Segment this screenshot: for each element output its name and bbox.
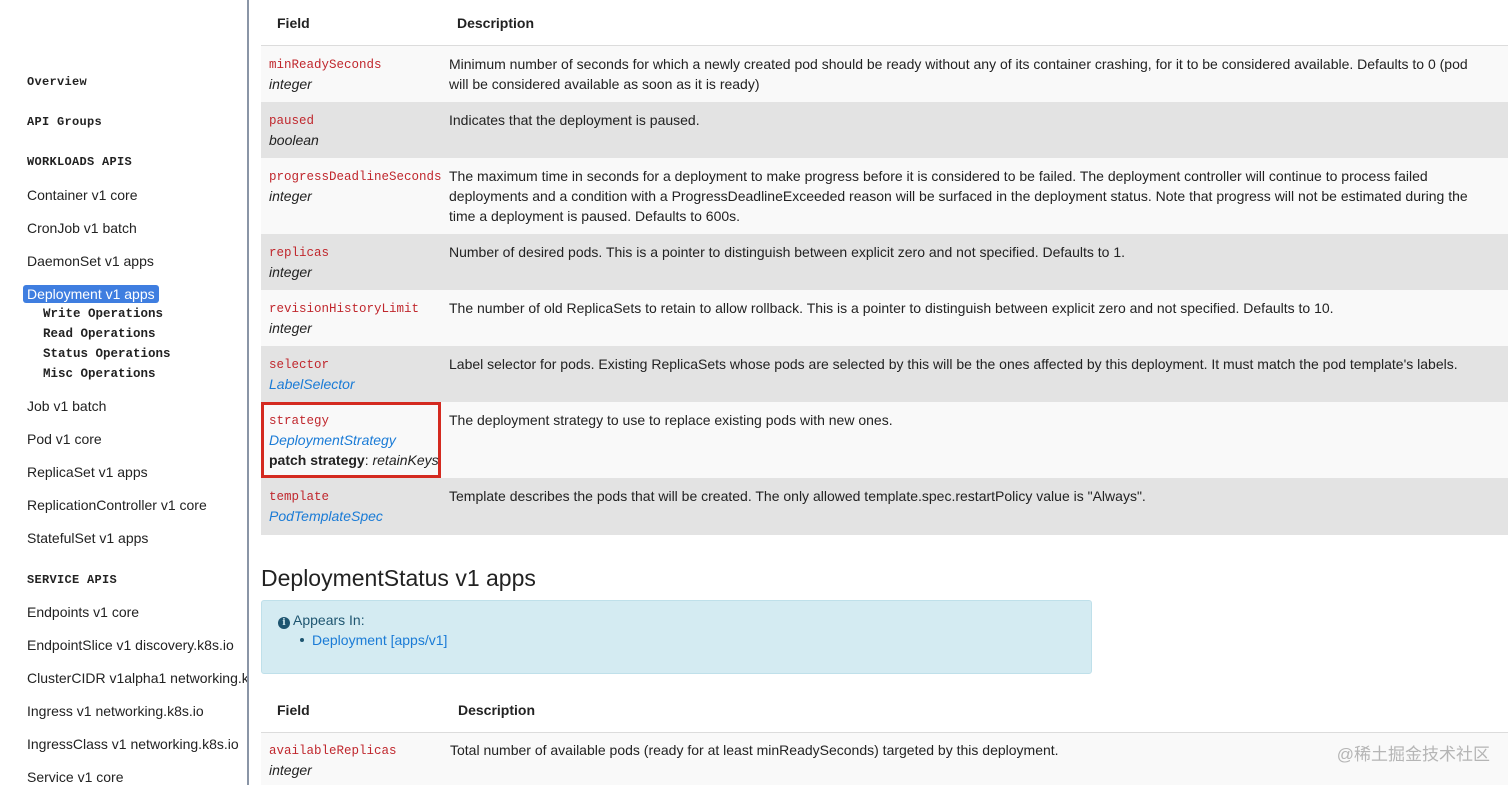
sidebar-item-job[interactable]: Job v1 batch bbox=[27, 397, 106, 415]
field-name: availableReplicas bbox=[269, 744, 397, 758]
table-row: template PodTemplateSpec Template descri… bbox=[261, 478, 1508, 535]
nav-section-workloads: WORKLOADS APIS bbox=[27, 155, 133, 169]
field-description: The maximum time in seconds for a deploy… bbox=[449, 168, 1468, 224]
description-column-header: Description bbox=[457, 15, 535, 31]
field-type: integer bbox=[269, 762, 312, 778]
field-column-header: Field bbox=[277, 702, 310, 718]
field-description: Minimum number of seconds for which a ne… bbox=[449, 56, 1468, 92]
sidebar-item-replicaset[interactable]: ReplicaSet v1 apps bbox=[27, 463, 148, 481]
field-type: integer bbox=[269, 76, 312, 92]
sidebar-item-daemonset[interactable]: DaemonSet v1 apps bbox=[27, 252, 154, 270]
description-column-header: Description bbox=[458, 702, 536, 718]
appears-in-heading: i Appears In: bbox=[278, 612, 365, 629]
sidebar-item-ingressclass[interactable]: IngressClass v1 networking.k8s.io bbox=[27, 735, 239, 753]
nav-api-groups[interactable]: API Groups bbox=[27, 114, 102, 130]
section-title: DeploymentStatus v1 apps bbox=[261, 565, 536, 591]
appears-in-link[interactable]: Deployment [apps/v1] bbox=[312, 632, 447, 648]
field-type: integer bbox=[269, 264, 312, 280]
appears-in-label: Appears In: bbox=[293, 612, 365, 628]
table-header-row: Field Description bbox=[261, 0, 1508, 46]
table-row: revisionHistoryLimit integer The number … bbox=[261, 290, 1508, 346]
table-row: selector LabelSelector Label selector fo… bbox=[261, 346, 1508, 402]
sidebar-item-ingress[interactable]: Ingress v1 networking.k8s.io bbox=[27, 702, 204, 720]
field-name: selector bbox=[269, 358, 330, 372]
table-row: minReadySeconds integer Minimum number o… bbox=[261, 46, 1508, 102]
field-name: template bbox=[269, 490, 330, 504]
sidebar-item-statefulset[interactable]: StatefulSet v1 apps bbox=[27, 529, 148, 547]
field-type-link[interactable]: LabelSelector bbox=[269, 374, 355, 394]
table-header-row: Field Description bbox=[261, 687, 1508, 733]
sidebar-item-replicationcontroller[interactable]: ReplicationController v1 core bbox=[27, 496, 207, 514]
sidebar-item-endpointslice[interactable]: EndpointSlice v1 discovery.k8s.io bbox=[27, 636, 234, 654]
sidebar-subitem-misc-operations[interactable]: Misc Operations bbox=[43, 366, 156, 382]
field-column-header: Field bbox=[277, 15, 310, 31]
field-name: progressDeadlineSeconds bbox=[269, 170, 442, 184]
field-name: replicas bbox=[269, 246, 330, 260]
main-content: Field Description minReadySeconds intege… bbox=[261, 0, 1508, 785]
bullet-icon bbox=[300, 638, 304, 642]
field-name: minReadySeconds bbox=[269, 58, 382, 72]
field-type: boolean bbox=[269, 132, 319, 148]
sidebar-divider[interactable] bbox=[247, 0, 249, 785]
field-type: integer bbox=[269, 320, 312, 336]
nav-overview[interactable]: Overview bbox=[27, 74, 87, 90]
table-row: progressDeadlineSeconds integer The maxi… bbox=[261, 158, 1508, 234]
sidebar-item-container[interactable]: Container v1 core bbox=[27, 186, 138, 204]
sidebar-item-service[interactable]: Service v1 core bbox=[27, 768, 123, 785]
info-icon: i bbox=[278, 617, 290, 629]
table-row: replicas integer Number of desired pods.… bbox=[261, 234, 1508, 290]
table-row: paused boolean Indicates that the deploy… bbox=[261, 102, 1508, 158]
strategy-highlight-box bbox=[261, 402, 441, 478]
field-name: paused bbox=[269, 114, 315, 128]
sidebar-item-clustercidr[interactable]: ClusterCIDR v1alpha1 networking.k8s.io bbox=[27, 669, 248, 687]
sidebar-subitem-write-operations[interactable]: Write Operations bbox=[43, 306, 163, 322]
field-type-link[interactable]: PodTemplateSpec bbox=[269, 506, 383, 526]
appears-in-list-item: Deployment [apps/v1] bbox=[300, 632, 447, 648]
sidebar-item-deployment-active[interactable]: Deployment v1 apps bbox=[23, 285, 159, 303]
field-description: The number of old ReplicaSets to retain … bbox=[449, 300, 1334, 316]
sidebar-item-endpoints[interactable]: Endpoints v1 core bbox=[27, 603, 139, 621]
sidebar-nav: Overview API Groups WORKLOADS APIS Conta… bbox=[0, 0, 248, 785]
field-description: Number of desired pods. This is a pointe… bbox=[449, 244, 1126, 260]
sidebar-item-cronjob[interactable]: CronJob v1 batch bbox=[27, 219, 137, 237]
field-name: revisionHistoryLimit bbox=[269, 302, 420, 316]
table-row: strategy DeploymentStrategy patch strate… bbox=[261, 402, 1508, 478]
watermark: @稀土掘金技术社区 bbox=[1336, 745, 1490, 764]
field-description: Indicates that the deployment is paused. bbox=[449, 112, 700, 128]
field-type: integer bbox=[269, 188, 312, 204]
sidebar-subitem-status-operations[interactable]: Status Operations bbox=[43, 346, 171, 362]
field-description: The deployment strategy to use to replac… bbox=[449, 412, 893, 428]
sidebar-subitem-read-operations[interactable]: Read Operations bbox=[43, 326, 156, 342]
field-description: Label selector for pods. Existing Replic… bbox=[449, 356, 1458, 372]
appears-in-box: i Appears In: Deployment [apps/v1] bbox=[261, 600, 1092, 674]
sidebar-item-pod[interactable]: Pod v1 core bbox=[27, 430, 102, 448]
field-description: Template describes the pods that will be… bbox=[449, 488, 1146, 504]
field-description: Total number of available pods (ready fo… bbox=[450, 742, 1059, 758]
nav-section-service: SERVICE APIS bbox=[27, 573, 118, 587]
table-row: availableReplicas integer Total number o… bbox=[261, 733, 1508, 785]
